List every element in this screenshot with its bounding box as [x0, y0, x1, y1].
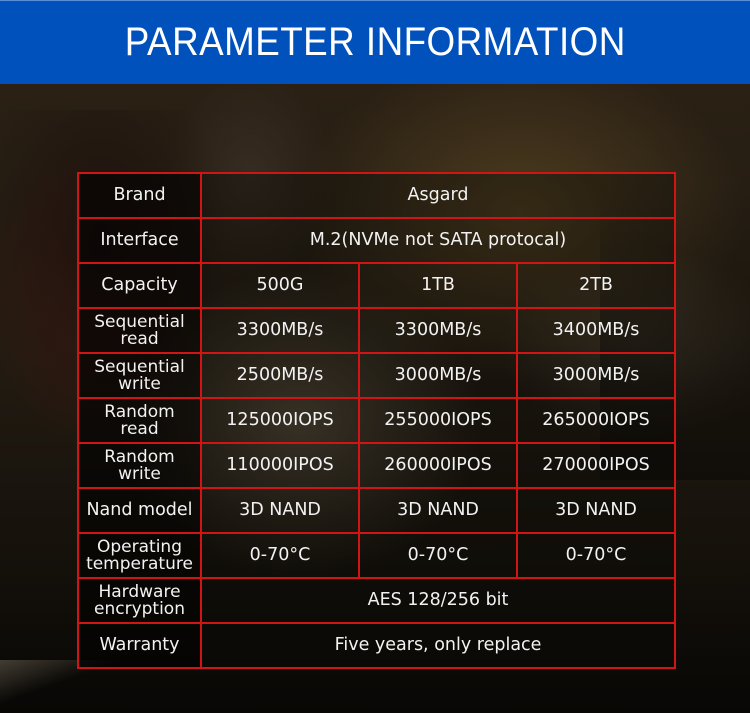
- seq-read-value: 3400MB/s: [515, 307, 677, 354]
- spec-table: Brand Asgard Interface M.2(NVMe not SATA…: [77, 172, 677, 669]
- random-read-value: 255000IOPS: [358, 397, 518, 444]
- brand-value: Asgard: [199, 172, 677, 219]
- interface-value: M.2(NVMe not SATA protocal): [199, 217, 677, 264]
- page-title: PARAMETER INFORMATION: [124, 20, 626, 64]
- nand-value: 3D NAND: [200, 487, 360, 534]
- seq-read-value: 3300MB/s: [200, 307, 360, 354]
- label-line: temperature: [86, 553, 193, 574]
- table-row-sequential-read: Sequential read 3300MB/s 3300MB/s 3400MB/…: [77, 307, 677, 354]
- capacity-value: 500G: [200, 262, 360, 309]
- label-line: write: [118, 373, 161, 394]
- temperature-value: 0-70°C: [358, 532, 518, 579]
- seq-write-value: 3000MB/s: [515, 352, 677, 399]
- label-line: encryption: [94, 598, 185, 619]
- nand-value: 3D NAND: [358, 487, 518, 534]
- table-row-random-write: Random write 110000IPOS 260000IPOS 270000…: [77, 442, 677, 489]
- random-read-value: 265000IOPS: [515, 397, 677, 444]
- seq-write-value: 2500MB/s: [200, 352, 360, 399]
- random-write-value: 260000IPOS: [358, 442, 518, 489]
- header-banner: PARAMETER INFORMATION: [0, 0, 750, 84]
- random-write-value: 110000IPOS: [200, 442, 360, 489]
- row-label: Brand: [77, 172, 202, 219]
- table-row-capacity: Capacity 500G 1TB 2TB: [77, 262, 677, 309]
- table-row-interface: Interface M.2(NVMe not SATA protocal): [77, 217, 677, 264]
- temperature-value: 0-70°C: [515, 532, 677, 579]
- row-label: Random write: [77, 442, 202, 489]
- table-row-random-read: Random read 125000IOPS 255000IOPS 265000I…: [77, 397, 677, 444]
- label-line: read: [120, 418, 159, 439]
- row-label: Hardware encryption: [77, 577, 202, 624]
- label-line: write: [118, 463, 161, 484]
- encryption-value: AES 128/256 bit: [199, 577, 677, 624]
- row-label: Sequential read: [77, 307, 202, 354]
- seq-read-value: 3300MB/s: [358, 307, 518, 354]
- warranty-value: Five years, only replace: [199, 622, 677, 669]
- temperature-value: 0-70°C: [200, 532, 360, 579]
- table-row-brand: Brand Asgard: [77, 172, 677, 219]
- row-label: Operating temperature: [77, 532, 202, 579]
- row-label: Nand model: [77, 487, 202, 534]
- random-write-value: 270000IPOS: [515, 442, 677, 489]
- row-label: Warranty: [77, 622, 202, 669]
- table-row-warranty: Warranty Five years, only replace: [77, 622, 677, 669]
- table-row-operating-temperature: Operating temperature 0-70°C 0-70°C 0-70°…: [77, 532, 677, 579]
- row-label: Capacity: [77, 262, 202, 309]
- random-read-value: 125000IOPS: [200, 397, 360, 444]
- table-row-nand-model: Nand model 3D NAND 3D NAND 3D NAND: [77, 487, 677, 534]
- row-label: Interface: [77, 217, 202, 264]
- capacity-value: 2TB: [515, 262, 677, 309]
- table-row-sequential-write: Sequential write 2500MB/s 3000MB/s 3000MB…: [77, 352, 677, 399]
- row-label: Random read: [77, 397, 202, 444]
- nand-value: 3D NAND: [515, 487, 677, 534]
- label-line: read: [120, 328, 159, 349]
- seq-write-value: 3000MB/s: [358, 352, 518, 399]
- capacity-value: 1TB: [358, 262, 518, 309]
- row-label: Sequential write: [77, 352, 202, 399]
- table-row-hardware-encryption: Hardware encryption AES 128/256 bit: [77, 577, 677, 624]
